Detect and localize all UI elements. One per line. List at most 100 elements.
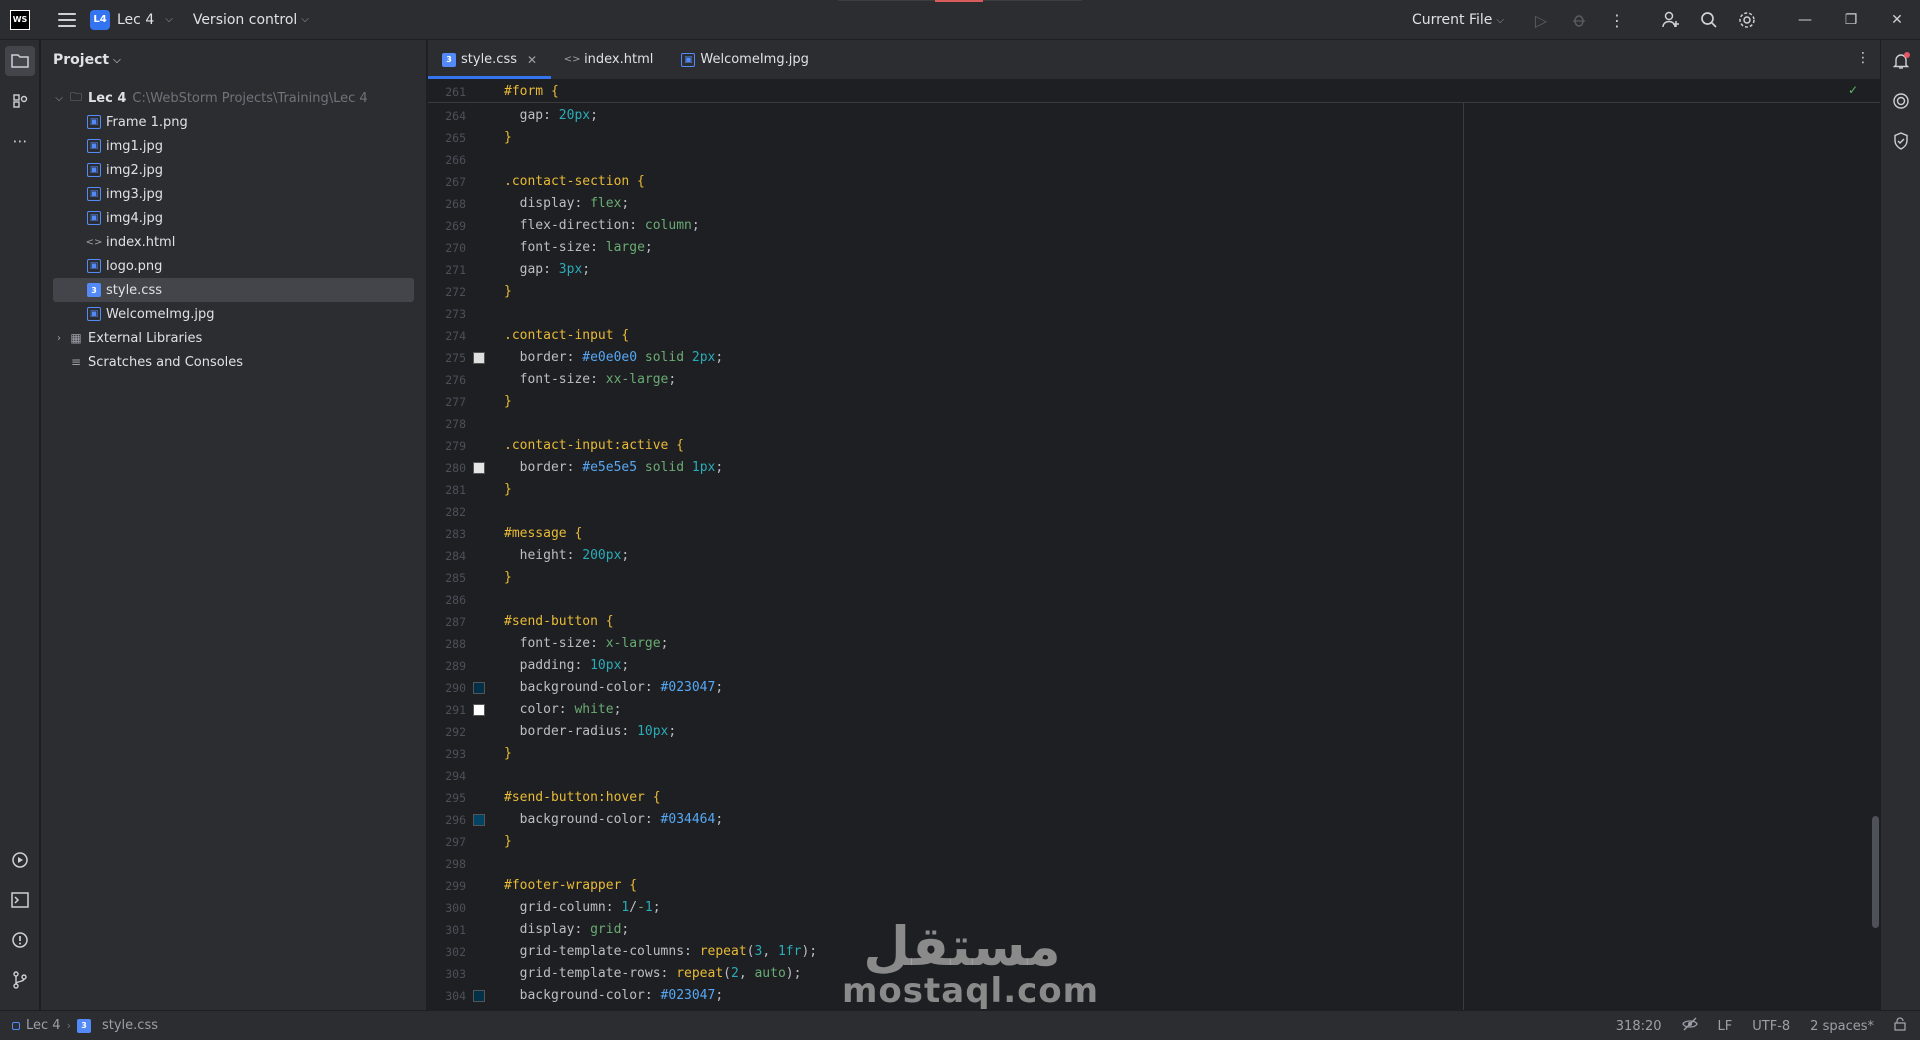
file-item[interactable]: ▣ Frame 1.png — [53, 110, 414, 134]
ai-assistant-icon[interactable] — [1886, 86, 1916, 116]
editor-tab[interactable]: 3 style.css ✕ — [428, 40, 552, 79]
color-swatch-icon[interactable] — [473, 462, 485, 474]
code-line[interactable]: 283 #message { — [428, 523, 1880, 545]
code-editor[interactable]: 261 #form { ✓ 264 gap: 20px; 265} 266 267 .c… — [428, 81, 1880, 1010]
problems-icon[interactable] — [5, 925, 35, 955]
more-actions-icon[interactable]: ⋮ — [1602, 5, 1632, 35]
close-window-button[interactable]: ✕ — [1874, 0, 1920, 40]
project-switcher[interactable]: L4 Lec 4 ⌵ — [90, 9, 173, 30]
sticky-scope-header[interactable]: 261 #form { — [428, 81, 1880, 103]
color-swatch-icon[interactable] — [473, 682, 485, 694]
code-line[interactable]: 288 font-size: x-large; — [428, 633, 1880, 655]
add-user-icon[interactable] — [1656, 5, 1686, 35]
code-line[interactable]: 301 display: grid; — [428, 919, 1880, 941]
code-line[interactable]: 271 gap: 3px; — [428, 259, 1880, 281]
expand-arrow-icon[interactable]: › — [53, 333, 65, 344]
expand-arrow-icon[interactable]: ⌵ — [53, 93, 65, 104]
file-item[interactable]: ▣ img4.jpg — [53, 206, 414, 230]
code-line[interactable]: 285} — [428, 567, 1880, 589]
code-line[interactable]: 267 .contact-section { — [428, 171, 1880, 193]
code-line[interactable]: 294 — [428, 765, 1880, 787]
run-config-selector[interactable]: Current File ⌵ — [1412, 12, 1504, 28]
code-line[interactable]: 299 #footer-wrapper { — [428, 875, 1880, 897]
more-tools-icon[interactable]: ⋯ — [5, 126, 35, 156]
project-folder-icon[interactable] — [5, 46, 35, 76]
caret-position[interactable]: 318:20 — [1616, 1019, 1662, 1034]
code-line[interactable]: 268 display: flex; — [428, 193, 1880, 215]
code-line[interactable]: 280 border: #e5e5e5 solid 1px; — [428, 457, 1880, 479]
file-item[interactable]: 3 style.css — [53, 278, 414, 302]
code-line[interactable]: 291 color: white; — [428, 699, 1880, 721]
close-tab-icon[interactable]: ✕ — [527, 53, 537, 67]
breadcrumb-project[interactable]: Lec 4 — [26, 1018, 61, 1033]
code-line[interactable]: 270 font-size: large; — [428, 237, 1880, 259]
code-line[interactable]: 297} — [428, 831, 1880, 853]
file-item[interactable]: <> index.html — [53, 230, 414, 254]
project-panel-header[interactable]: Project ⌵ — [41, 40, 426, 80]
file-item[interactable]: ▣ img3.jpg — [53, 182, 414, 206]
code-line[interactable]: 292 border-radius: 10px; — [428, 721, 1880, 743]
code-line[interactable]: 264 gap: 20px; — [428, 105, 1880, 127]
code-line[interactable]: 266 — [428, 149, 1880, 171]
more-tabs-icon[interactable]: ⋮ — [1856, 50, 1870, 66]
code-line[interactable]: 275 border: #e0e0e0 solid 2px; — [428, 347, 1880, 369]
code-line[interactable]: 302 grid-template-columns: repeat(3, 1fr… — [428, 941, 1880, 963]
code-line[interactable]: 296 background-color: #034464; — [428, 809, 1880, 831]
notifications-bell-icon[interactable] — [1886, 46, 1916, 76]
inspection-ok-icon[interactable]: ✓ — [1848, 83, 1858, 97]
color-swatch-icon[interactable] — [473, 352, 485, 364]
code-line[interactable]: 265} — [428, 127, 1880, 149]
file-item[interactable]: ▣ logo.png — [53, 254, 414, 278]
code-line[interactable]: 300 grid-column: 1/-1; — [428, 897, 1880, 919]
tree-scratches[interactable]: ≡ Scratches and Consoles — [53, 350, 414, 374]
security-shield-icon[interactable] — [1886, 126, 1916, 156]
code-line[interactable]: 281} — [428, 479, 1880, 501]
code-line[interactable]: 269 flex-direction: column; — [428, 215, 1880, 237]
code-line[interactable]: 303 grid-template-rows: repeat(2, auto); — [428, 963, 1880, 985]
code-line[interactable]: 298 — [428, 853, 1880, 875]
code-line[interactable]: 277} — [428, 391, 1880, 413]
tree-root-folder[interactable]: ⌵ 🗀 Lec 4 C:\WebStorm Projects\Training\… — [53, 86, 414, 110]
code-line[interactable]: 274 .contact-input { — [428, 325, 1880, 347]
main-menu-icon[interactable] — [58, 12, 76, 27]
terminal-icon[interactable] — [5, 885, 35, 915]
code-line[interactable]: 286 — [428, 589, 1880, 611]
tree-external-libraries[interactable]: › ▦ External Libraries — [53, 326, 414, 350]
code-line[interactable]: 282 — [428, 501, 1880, 523]
file-encoding[interactable]: UTF-8 — [1752, 1019, 1790, 1034]
code-line[interactable]: 290 background-color: #023047; — [428, 677, 1880, 699]
file-item[interactable]: ▣ img1.jpg — [53, 134, 414, 158]
code-line[interactable]: 279 .contact-input:active { — [428, 435, 1880, 457]
run-tool-icon[interactable] — [5, 845, 35, 875]
line-ending[interactable]: LF — [1718, 1019, 1733, 1034]
file-item[interactable]: ▣ img2.jpg — [53, 158, 414, 182]
color-swatch-icon[interactable] — [473, 990, 485, 1002]
code-line[interactable]: 278 — [428, 413, 1880, 435]
code-line[interactable]: 289 padding: 10px; — [428, 655, 1880, 677]
code-line[interactable]: 295 #send-button:hover { — [428, 787, 1880, 809]
color-swatch-icon[interactable] — [473, 814, 485, 826]
color-swatch-icon[interactable] — [473, 704, 485, 716]
readonly-eye-icon[interactable] — [1681, 1017, 1698, 1035]
lock-icon[interactable] — [1894, 1017, 1906, 1035]
minimize-button[interactable]: — — [1782, 0, 1828, 40]
code-line[interactable]: 273 — [428, 303, 1880, 325]
code-line[interactable]: 293} — [428, 743, 1880, 765]
code-line[interactable]: 284 height: 200px; — [428, 545, 1880, 567]
code-line[interactable]: 276 font-size: xx-large; — [428, 369, 1880, 391]
code-line[interactable]: 272} — [428, 281, 1880, 303]
debug-icon[interactable] — [1564, 5, 1594, 35]
editor-scrollbar[interactable] — [1872, 816, 1879, 928]
settings-gear-icon[interactable] — [1732, 5, 1762, 35]
breadcrumb-file[interactable]: style.css — [102, 1018, 158, 1033]
structure-icon[interactable] — [5, 86, 35, 116]
restore-button[interactable]: ❐ — [1828, 0, 1874, 40]
webstorm-logo-icon[interactable]: WS — [10, 9, 30, 30]
indent-setting[interactable]: 2 spaces* — [1810, 1019, 1874, 1034]
editor-tab[interactable]: ▣ WelcomeImg.jpg — [667, 40, 822, 79]
file-item[interactable]: ▣ WelcomeImg.jpg — [53, 302, 414, 326]
code-line[interactable]: 287 #send-button { — [428, 611, 1880, 633]
version-control-menu[interactable]: Version control ⌵ — [193, 12, 309, 28]
editor-tab[interactable]: <> index.html — [551, 40, 667, 79]
search-icon[interactable] — [1694, 5, 1724, 35]
